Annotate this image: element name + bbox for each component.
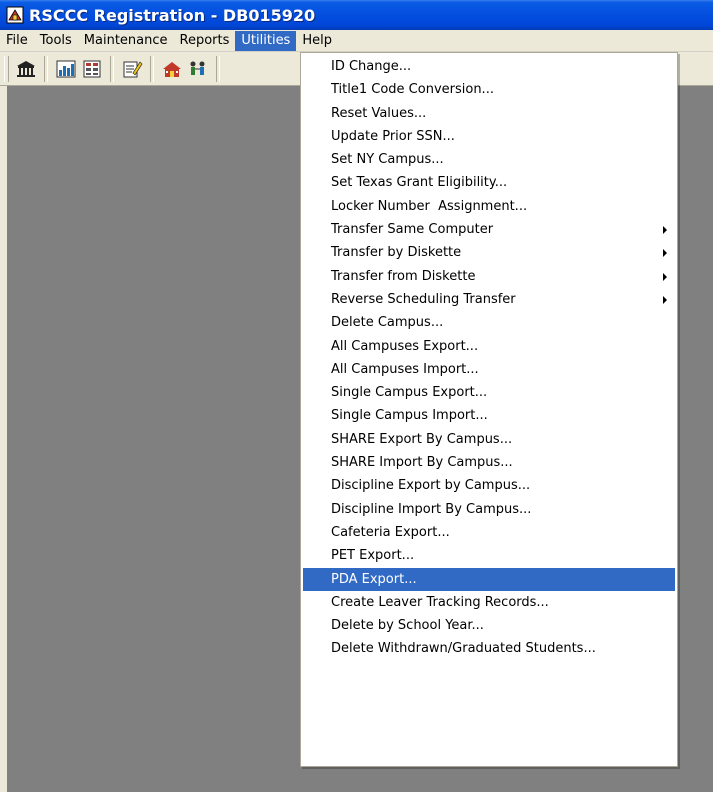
toolbar-separator bbox=[216, 55, 220, 82]
chart-icon[interactable] bbox=[53, 56, 79, 82]
window-border bbox=[0, 86, 7, 792]
menu-item-discipline-export-by-campus[interactable]: Discipline Export by Campus... bbox=[301, 474, 677, 497]
utilities-dropdown-menu: ID Change... Title1 Code Conversion... R… bbox=[300, 52, 678, 767]
menu-item-reset-values[interactable]: Reset Values... bbox=[301, 102, 677, 125]
menu-item-label: PET Export... bbox=[331, 548, 415, 564]
menu-item-label: Reverse Scheduling Transfer bbox=[331, 291, 516, 307]
menu-item-label: Discipline Export by Campus... bbox=[331, 478, 531, 494]
app-icon[interactable] bbox=[6, 6, 24, 24]
menu-reports[interactable]: Reports bbox=[174, 31, 236, 51]
menu-item-share-import-by-campus[interactable]: SHARE Import By Campus... bbox=[301, 451, 677, 474]
people-icon[interactable] bbox=[185, 56, 211, 82]
menu-item-transfer-same-computer[interactable]: Transfer Same Computer bbox=[301, 218, 677, 241]
toolbar-separator bbox=[44, 55, 48, 82]
school-icon[interactable] bbox=[159, 56, 185, 82]
menu-item-delete-by-school-year[interactable]: Delete by School Year... bbox=[301, 614, 677, 637]
menu-item-delete-withdrawn-graduated-students[interactable]: Delete Withdrawn/Graduated Students... bbox=[301, 637, 677, 660]
submenu-arrow-icon bbox=[663, 272, 667, 281]
menu-item-label: Delete by School Year... bbox=[331, 618, 484, 634]
menu-item-label: Update Prior SSN... bbox=[331, 128, 455, 144]
menu-item-transfer-from-diskette[interactable]: Transfer from Diskette bbox=[301, 265, 677, 288]
menu-item-label: Single Campus Import... bbox=[331, 408, 488, 424]
menu-item-all-campuses-export[interactable]: All Campuses Export... bbox=[301, 335, 677, 358]
submenu-arrow-icon bbox=[663, 295, 667, 304]
menu-tools[interactable]: Tools bbox=[34, 31, 78, 51]
menu-item-label: Set NY Campus... bbox=[331, 152, 444, 168]
menu-item-label: Transfer from Diskette bbox=[331, 268, 476, 284]
menu-item-label: SHARE Import By Campus... bbox=[331, 455, 513, 471]
toolbar-grip[interactable] bbox=[4, 55, 9, 82]
menu-item-label: ID Change... bbox=[331, 59, 412, 74]
menu-item-title1-code-conversion[interactable]: Title1 Code Conversion... bbox=[301, 78, 677, 101]
window-title: RSCCC Registration - DB015920 bbox=[29, 5, 316, 25]
menu-item-label: SHARE Export By Campus... bbox=[331, 431, 513, 447]
menu-help[interactable]: Help bbox=[296, 31, 338, 51]
menu-item-create-leaver-tracking-records[interactable]: Create Leaver Tracking Records... bbox=[301, 591, 677, 614]
menu-item-delete-campus[interactable]: Delete Campus... bbox=[301, 311, 677, 334]
application-window: RSCCC Registration - DB015920 File Tools… bbox=[0, 0, 713, 792]
menu-item-label: Single Campus Export... bbox=[331, 385, 488, 401]
menu-item-id-change[interactable]: ID Change... bbox=[301, 55, 677, 78]
menu-item-single-campus-import[interactable]: Single Campus Import... bbox=[301, 404, 677, 427]
menu-item-label: Delete Campus... bbox=[331, 315, 444, 331]
menu-item-label: Delete Withdrawn/Graduated Students... bbox=[331, 641, 596, 657]
menu-item-label: Reset Values... bbox=[331, 105, 427, 121]
menu-item-locker-number-assignment[interactable]: Locker Number Assignment... bbox=[301, 195, 677, 218]
menu-item-all-campuses-import[interactable]: All Campuses Import... bbox=[301, 358, 677, 381]
menu-item-label: Cafeteria Export... bbox=[331, 524, 450, 540]
menu-item-set-texas-grant-eligibility[interactable]: Set Texas Grant Eligibility... bbox=[301, 171, 677, 194]
menu-file[interactable]: File bbox=[0, 31, 34, 51]
title-bar[interactable]: RSCCC Registration - DB015920 bbox=[0, 0, 713, 30]
menu-item-share-export-by-campus[interactable]: SHARE Export By Campus... bbox=[301, 428, 677, 451]
menu-item-label: Transfer by Diskette bbox=[331, 245, 462, 261]
menu-item-cafeteria-export[interactable]: Cafeteria Export... bbox=[301, 521, 677, 544]
menu-item-set-ny-campus[interactable]: Set NY Campus... bbox=[301, 148, 677, 171]
menu-item-single-campus-export[interactable]: Single Campus Export... bbox=[301, 381, 677, 404]
menu-item-update-prior-ssn[interactable]: Update Prior SSN... bbox=[301, 125, 677, 148]
menu-item-label: All Campuses Export... bbox=[331, 338, 479, 354]
menu-item-label: All Campuses Import... bbox=[331, 361, 479, 377]
menu-item-transfer-by-diskette[interactable]: Transfer by Diskette bbox=[301, 241, 677, 264]
menu-item-label: Discipline Import By Campus... bbox=[331, 501, 532, 517]
menu-item-label: Transfer Same Computer bbox=[331, 222, 494, 238]
menu-utilities[interactable]: Utilities bbox=[235, 30, 297, 51]
menu-item-label: Create Leaver Tracking Records... bbox=[331, 594, 549, 610]
menu-item-label: Title1 Code Conversion... bbox=[331, 82, 494, 98]
menu-item-label: Locker Number Assignment... bbox=[331, 198, 528, 214]
toolbar-separator bbox=[110, 55, 114, 82]
edit-icon[interactable] bbox=[119, 56, 145, 82]
building-icon[interactable] bbox=[13, 56, 39, 82]
menu-item-label: Set Texas Grant Eligibility... bbox=[331, 175, 508, 191]
menu-item-discipline-import-by-campus[interactable]: Discipline Import By Campus... bbox=[301, 498, 677, 521]
grid-icon[interactable] bbox=[79, 56, 105, 82]
menu-item-label: PDA Export... bbox=[331, 571, 417, 587]
menu-item-pet-export[interactable]: PET Export... bbox=[301, 544, 677, 567]
menu-item-pda-export[interactable]: PDA Export... bbox=[303, 567, 675, 591]
menu-maintenance[interactable]: Maintenance bbox=[78, 31, 174, 51]
submenu-arrow-icon bbox=[663, 249, 667, 258]
menu-item-reverse-scheduling-transfer[interactable]: Reverse Scheduling Transfer bbox=[301, 288, 677, 311]
menu-bar: File Tools Maintenance Reports Utilities… bbox=[0, 30, 713, 52]
toolbar-separator bbox=[150, 55, 154, 82]
submenu-arrow-icon bbox=[663, 226, 667, 235]
